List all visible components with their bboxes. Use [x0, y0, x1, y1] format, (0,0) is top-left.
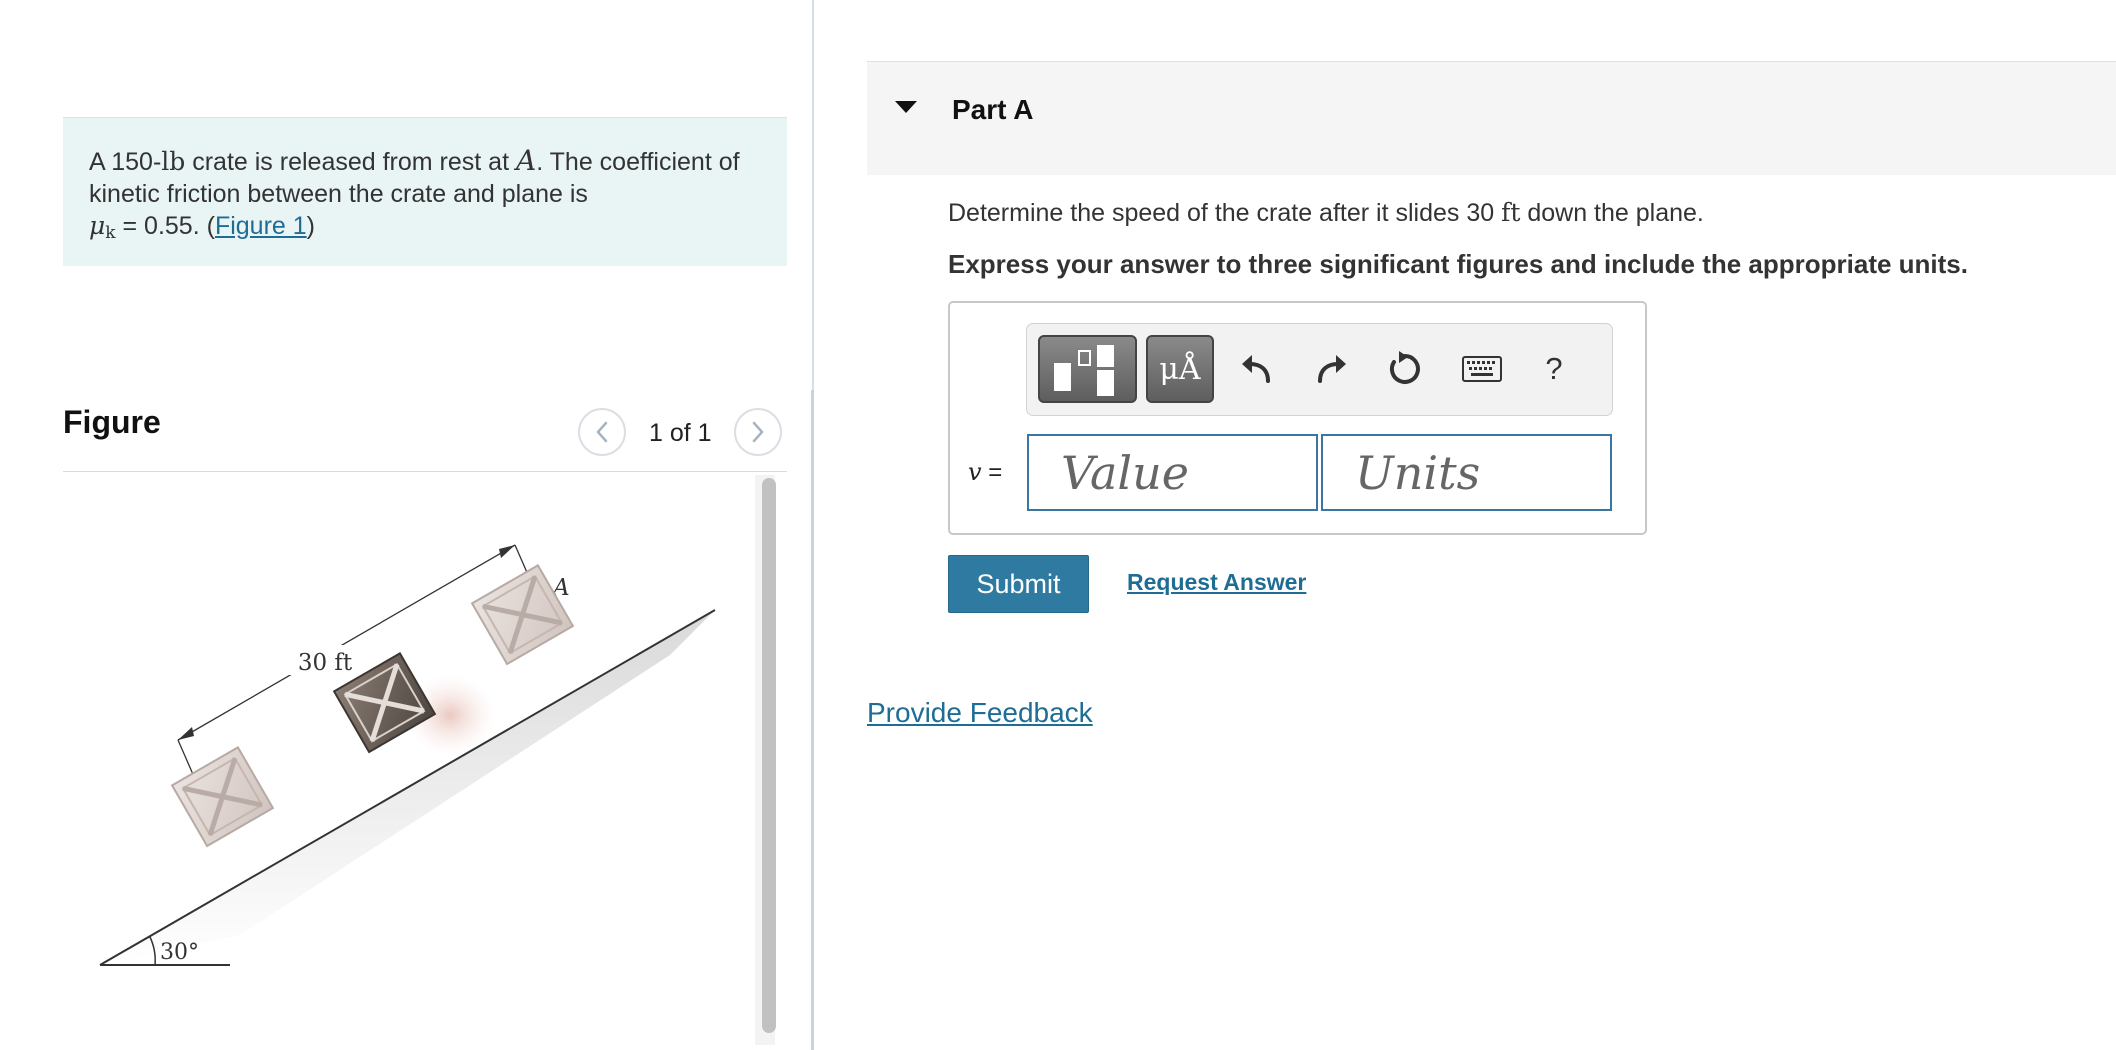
question-unit: ft — [1501, 198, 1521, 227]
close-paren: ) — [306, 212, 315, 240]
submit-button[interactable]: Submit — [948, 555, 1089, 613]
undo-icon — [1242, 355, 1270, 383]
keyboard-icon — [1462, 356, 1502, 382]
chevron-left-icon — [596, 421, 608, 443]
chevron-right-icon — [752, 421, 764, 443]
figure-link[interactable]: Figure 1 — [215, 212, 307, 240]
figure-scrollbar-thumb[interactable] — [762, 478, 776, 1033]
problem-statement: A 150-lb crate is released from rest at … — [63, 117, 787, 266]
redo-button[interactable] — [1308, 345, 1356, 393]
request-answer-link[interactable]: Request Answer — [1127, 569, 1306, 596]
variable-symbol: v — [968, 458, 982, 486]
distance-label: 30 ft — [298, 650, 353, 676]
angle-label: 30° — [160, 940, 199, 965]
help-icon: ? — [1545, 351, 1563, 386]
keyboard-button[interactable] — [1456, 345, 1508, 393]
weight-unit: lb — [161, 147, 186, 176]
mu-symbol: μ — [89, 211, 106, 240]
question-pre: Determine the speed of the crate after i… — [948, 199, 1502, 227]
problem-text-1: A 150- — [89, 148, 162, 176]
figure-counter: 1 of 1 — [649, 419, 712, 447]
provide-feedback-link[interactable]: Provide Feedback — [867, 697, 1093, 729]
inclined-plane-figure: 30° 30 ft A — [99, 544, 716, 966]
point-a-symbol: A — [515, 144, 537, 177]
figure-title: Figure — [63, 404, 161, 440]
part-a-header[interactable] — [867, 61, 2116, 175]
mu-value: = 0.55. ( — [115, 212, 215, 240]
mu-angstrom-icon: μÅ — [1159, 351, 1201, 387]
pane-divider-handle[interactable] — [811, 390, 814, 1050]
answer-instruction: Express your answer to three significant… — [948, 249, 1968, 279]
reset-button[interactable] — [1381, 345, 1429, 393]
undo-button[interactable] — [1232, 345, 1280, 393]
variable-label: v = — [968, 458, 1002, 487]
question-post: down the plane. — [1520, 199, 1704, 227]
value-input[interactable] — [1027, 434, 1318, 511]
dimension-arrow-left — [178, 727, 194, 740]
redo-icon — [1318, 355, 1346, 383]
templates-icon — [1054, 345, 1114, 396]
figure-divider — [63, 471, 787, 472]
problem-text-2: crate is released from rest at — [185, 148, 516, 176]
left-pane: A 150-lb crate is released from rest at … — [0, 0, 812, 1050]
units-input[interactable] — [1321, 434, 1612, 511]
variable-equals: = — [981, 459, 1003, 486]
units-button[interactable]: μÅ — [1146, 335, 1214, 403]
collapse-caret-icon[interactable] — [895, 101, 917, 113]
next-figure-button[interactable] — [734, 408, 782, 456]
dimension-arrow-right — [499, 545, 515, 558]
templates-button[interactable] — [1038, 335, 1137, 403]
question-text: Determine the speed of the crate after i… — [948, 198, 1704, 228]
mu-subscript: k — [105, 223, 116, 243]
reset-icon — [1390, 351, 1420, 384]
part-title: Part A — [952, 94, 1034, 125]
help-button[interactable]: ? — [1530, 345, 1578, 393]
previous-figure-button[interactable] — [578, 408, 626, 456]
